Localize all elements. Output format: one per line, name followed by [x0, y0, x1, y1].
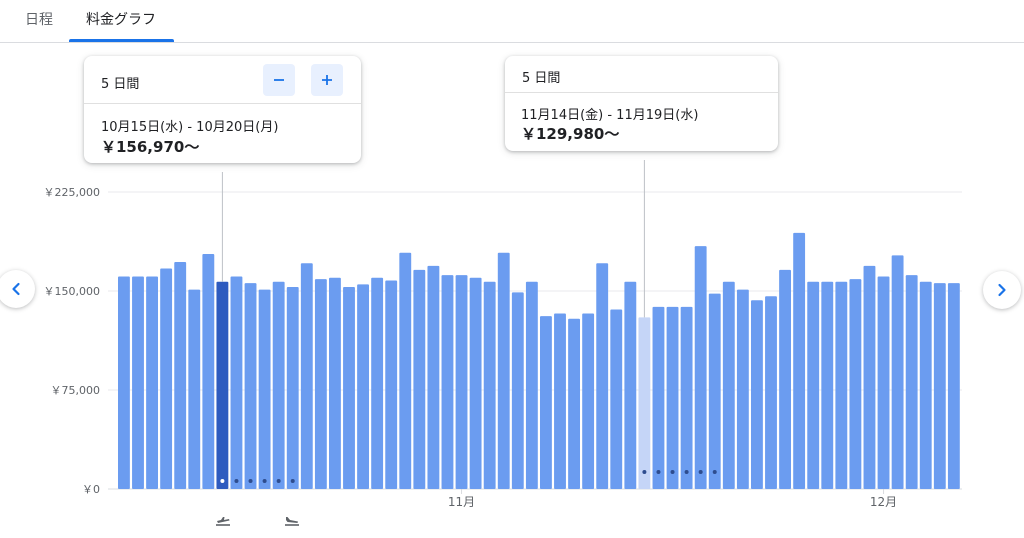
price-bar — [554, 313, 566, 489]
price-bar — [751, 300, 763, 489]
trip-day-dot — [670, 470, 675, 474]
price-bar — [680, 306, 693, 489]
price-bar — [919, 281, 932, 489]
increase-duration-button[interactable] — [311, 64, 343, 96]
price-bar — [905, 275, 918, 489]
price-bar — [877, 276, 890, 489]
x-tick-label: 12月 — [870, 495, 897, 509]
price-bar — [469, 277, 482, 489]
trip-day-dot — [220, 479, 225, 483]
price-bar — [216, 281, 229, 489]
price-bar — [244, 283, 257, 489]
minus-icon — [274, 79, 284, 81]
trip-day-dot — [712, 470, 717, 474]
price-bar — [596, 263, 609, 489]
price-bar — [497, 252, 510, 489]
price-bar — [568, 318, 580, 489]
trip-price: ￥129,980〜 — [521, 125, 620, 143]
trip-day-dot — [698, 470, 703, 474]
price-bar — [146, 276, 158, 489]
y-tick-label: ￥75,000 — [51, 384, 101, 397]
price-bar — [933, 283, 946, 489]
price-bar — [722, 281, 735, 489]
price-bar — [272, 281, 285, 489]
price-bar — [300, 263, 313, 489]
price-bar — [835, 281, 848, 489]
trip-day-dot — [248, 479, 253, 483]
price-bar — [483, 281, 496, 489]
price-bar — [202, 254, 215, 489]
price-bar — [947, 283, 960, 489]
price-bar — [286, 287, 299, 489]
card-header: 5 日間 — [84, 56, 361, 104]
plus-icon — [322, 75, 332, 85]
price-bar — [793, 232, 806, 490]
cheapest-trip-card: 5 日間 11月14日(金) - 11月19日(水) ￥129,980〜 — [505, 56, 778, 151]
price-bar — [652, 306, 665, 489]
price-bar — [314, 279, 327, 489]
price-bar — [736, 289, 749, 489]
y-tick-label: ￥225,000 — [44, 186, 101, 199]
card-header: 5 日間 — [505, 56, 778, 93]
chevron-right-icon — [998, 283, 1006, 297]
price-bar — [441, 275, 454, 489]
next-button[interactable] — [983, 271, 1021, 309]
x-tick-label: 11月 — [448, 495, 475, 509]
decrease-duration-button[interactable] — [263, 64, 295, 96]
trip-day-dot — [684, 470, 689, 474]
price-bar — [708, 293, 721, 489]
card-pointer — [636, 151, 653, 160]
trip-dates: 11月14日(金) - 11月19日(水) — [521, 108, 699, 123]
price-bar — [427, 265, 440, 489]
price-bar — [371, 277, 384, 489]
price-bar — [765, 296, 777, 489]
price-bar — [891, 255, 904, 489]
price-bar — [399, 252, 412, 489]
price-bar — [582, 313, 595, 489]
price-bar — [455, 275, 468, 489]
flight-takeoff-icon — [216, 517, 230, 526]
flight-land-icon — [285, 517, 299, 526]
trip-duration: 5 日間 — [522, 71, 561, 86]
trip-duration: 5 日間 — [101, 77, 140, 92]
price-bar — [329, 277, 341, 489]
y-tick-label: ￥150,000 — [44, 285, 101, 298]
price-bar — [357, 284, 369, 489]
card-pointer — [214, 163, 231, 172]
price-bar — [385, 280, 398, 489]
price-bar — [540, 316, 552, 489]
trip-price: ￥156,970〜 — [101, 138, 200, 156]
price-bar — [118, 276, 130, 489]
trip-day-dot — [276, 479, 281, 483]
price-bar — [694, 246, 707, 489]
price-bar — [258, 289, 271, 489]
price-bar — [413, 269, 426, 489]
price-bar — [638, 317, 651, 489]
price-bar — [821, 281, 834, 489]
price-bar — [624, 281, 637, 489]
price-bar — [863, 265, 876, 489]
price-bar — [511, 292, 524, 489]
trip-day-dot — [290, 479, 295, 483]
trip-day-dot — [656, 470, 661, 474]
trip-day-dot — [234, 479, 239, 483]
price-bar — [849, 279, 862, 489]
price-bar — [343, 287, 355, 489]
price-bar — [230, 276, 243, 489]
trip-day-dot — [262, 479, 267, 483]
selected-trip-card: 5 日間 10月15日(水) - 10月20日(月) ￥156,970〜 — [84, 56, 361, 163]
price-bar — [188, 289, 201, 489]
chevron-left-icon — [12, 282, 20, 296]
y-tick-label: ￥0 — [82, 483, 100, 496]
trip-day-dot — [642, 470, 647, 474]
price-bar — [807, 281, 820, 489]
price-bar — [160, 268, 173, 489]
price-bar — [666, 306, 679, 489]
price-bar — [174, 261, 187, 489]
price-bar — [525, 281, 538, 489]
price-bar — [610, 309, 623, 489]
price-bar — [132, 276, 144, 489]
price-bar — [779, 269, 791, 489]
trip-dates: 10月15日(水) - 10月20日(月) — [101, 120, 279, 135]
